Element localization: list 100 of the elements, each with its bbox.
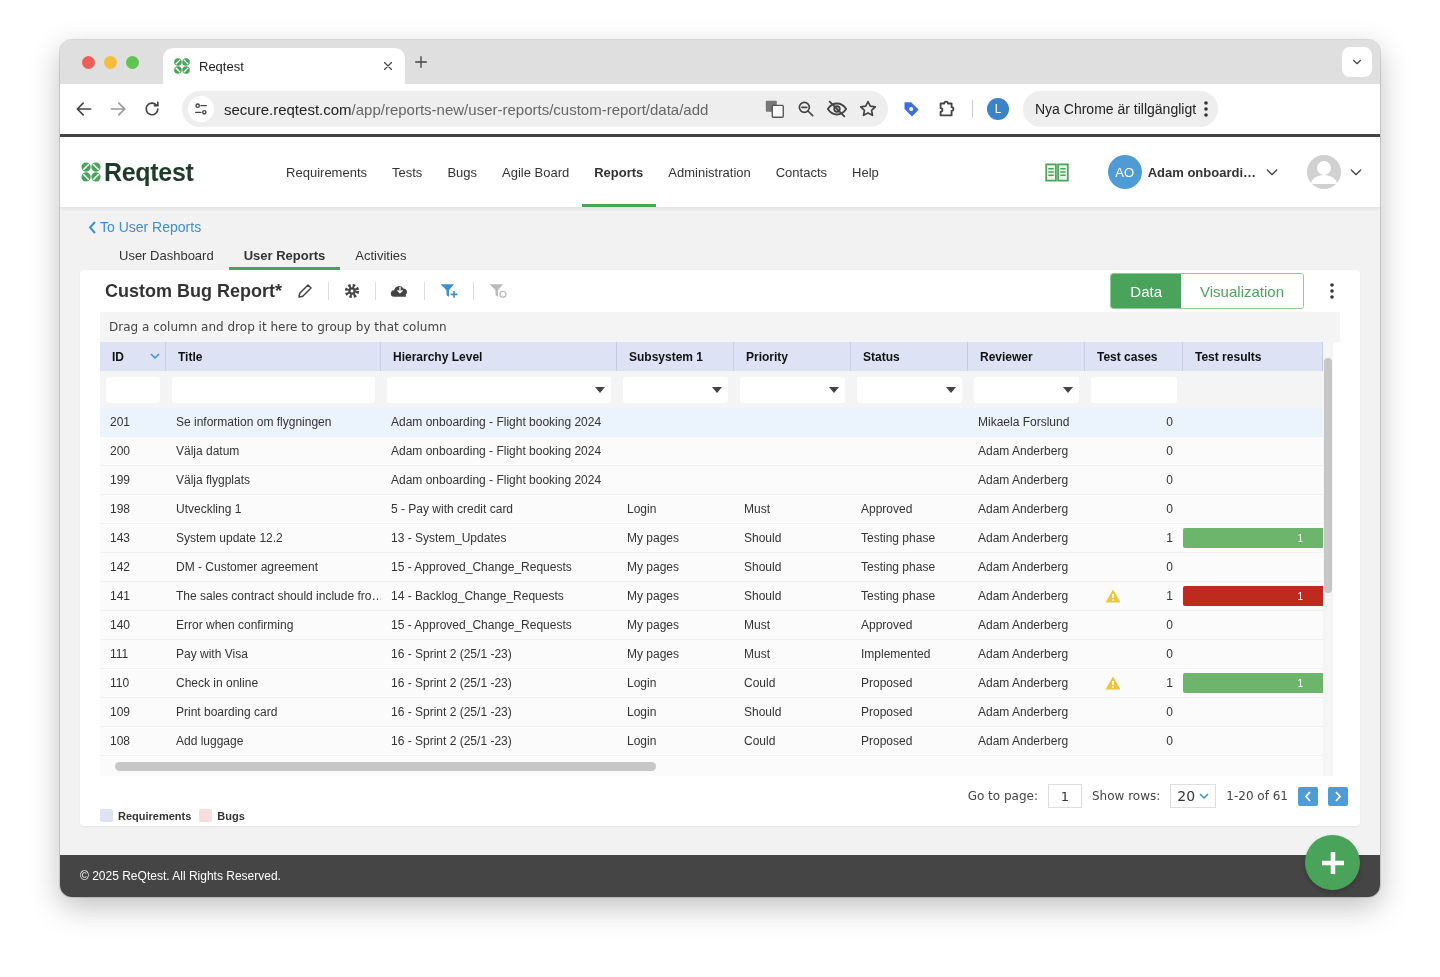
table-cell-text: Must (743, 647, 771, 662)
table-cell-text: Adam Anderberg (977, 531, 1070, 546)
sub-tab[interactable]: User Dashboard (104, 243, 229, 270)
table-cell-text: Välja datum (175, 444, 241, 459)
chevron-left-icon (1304, 790, 1312, 802)
legend-label: Bugs (217, 809, 245, 822)
show-rows-label: Show rows: (1091, 789, 1161, 804)
table-cell-text: Must (743, 502, 771, 517)
update-button[interactable]: Nya Chrome är tillgängligt (1023, 91, 1219, 127)
table-cell-text: Proposed (860, 676, 914, 691)
table-cell-text: DM - Customer agreement (175, 560, 320, 575)
table-cell-text: Login (626, 676, 658, 691)
profile-avatar[interactable]: L (987, 98, 1009, 120)
nav-item[interactable]: Bugs (434, 137, 490, 207)
table-cell-text: 16 - Sprint 2 (25/1 -23) (390, 676, 513, 691)
table-cell-text: Could (743, 734, 777, 749)
close-window-icon[interactable] (82, 55, 95, 69)
nav-item[interactable]: Requirements (273, 137, 380, 207)
warning-icon (1105, 589, 1121, 604)
nav-item[interactable]: Administration (655, 137, 764, 207)
table-cell: 1 (1166, 676, 1173, 691)
table-cell-text: Adam Anderberg (977, 676, 1070, 691)
table-cell-text: Adam Anderberg (977, 444, 1070, 459)
caret-down-icon (712, 386, 722, 393)
site-settings-icon[interactable] (193, 101, 209, 117)
sub-tab[interactable]: Activities (340, 243, 422, 270)
nav-item[interactable]: Reports (581, 137, 656, 207)
table-cell-text: Adam onboarding - Flight booking 2024 (390, 473, 603, 488)
table-cell-text: Utveckling 1 (175, 502, 243, 517)
user-name[interactable]: Adam onboardi… (1147, 164, 1256, 180)
table-cell-text: 15 - Approved_Change_Requests (390, 618, 573, 633)
table-cell-text: 201 (109, 415, 132, 430)
table-cell: 1 (1166, 531, 1173, 546)
forward-icon[interactable] (108, 99, 128, 119)
table-cell-text: 16 - Sprint 2 (25/1 -23) (390, 734, 513, 749)
table-cell: 0 (1166, 734, 1173, 749)
browser-tab[interactable]: Reqtest (163, 48, 405, 84)
table-cell-text: Adam Anderberg (977, 647, 1070, 662)
table-cell-text: 16 - Sprint 2 (25/1 -23) (390, 647, 513, 662)
zoom-out-icon[interactable] (796, 99, 816, 119)
new-tab-icon[interactable] (413, 54, 429, 70)
table-cell-text: Implemented (860, 647, 932, 662)
tab-favicon-icon (173, 57, 191, 75)
table-cell-text: 111 (109, 647, 130, 662)
table-cell-text: Testing phase (860, 560, 937, 575)
sort-icon[interactable] (150, 353, 160, 361)
table-cell: 0 (1166, 647, 1173, 662)
table-cell-text: 5 - Pay with credit card (390, 502, 515, 517)
table-cell-text: 143 (109, 531, 132, 546)
warning-icon (1105, 676, 1121, 691)
close-icon[interactable] (381, 59, 395, 73)
table-cell-text: Approved (860, 502, 914, 517)
nav-item[interactable]: Tests (379, 137, 435, 207)
table-cell-text: Se information om flygningen (175, 415, 333, 430)
caret-down-icon (1063, 386, 1073, 393)
star-icon[interactable] (858, 99, 878, 119)
table-cell-text: Mikaela Forslund (977, 415, 1071, 430)
nav-item[interactable]: Contacts (763, 137, 840, 207)
caret-down-icon (946, 386, 956, 393)
table-cell-text: My pages (626, 531, 681, 546)
table-cell: 0 (1166, 705, 1173, 720)
table-cell: 0 (1166, 473, 1173, 488)
pencil-icon[interactable] (296, 282, 314, 301)
table-cell-text: My pages (626, 589, 681, 604)
vertical-scrollbar[interactable] (1324, 358, 1332, 594)
table-cell-text: 110 (109, 676, 131, 691)
address-bar[interactable]: secure.reqtest.com/app/reports-new/user-reports/custom-report/data/add (182, 91, 888, 127)
rows-select[interactable]: 20 (1170, 784, 1217, 809)
table-cell: 0 (1166, 502, 1173, 517)
table-cell-text: 140 (109, 618, 132, 633)
table-cell-text: Login (626, 705, 658, 720)
table-cell-text: Adam Anderberg (977, 618, 1070, 633)
nav-item[interactable]: Help (839, 137, 892, 207)
table-cell-text: Testing phase (860, 589, 937, 604)
table-cell-text: 16 - Sprint 2 (25/1 -23) (390, 705, 513, 720)
table-cell-text: Adam Anderberg (977, 705, 1070, 720)
reload-icon[interactable] (142, 99, 162, 119)
table-cell-text: Adam onboarding - Flight booking 2024 (390, 444, 603, 459)
table-cell-text: Must (743, 618, 771, 633)
horizontal-scrollbar[interactable] (115, 761, 656, 771)
more-icon[interactable] (1330, 283, 1334, 300)
group-drop-zone[interactable]: Drag a column and drop it here to group by that column (100, 312, 1340, 343)
legend-label: Requirements (118, 809, 192, 822)
eye-off-icon[interactable] (826, 98, 848, 120)
nav-item[interactable]: Agile Board (489, 137, 582, 207)
table-cell-text: Print boarding card (175, 705, 279, 720)
test-result-bar: 1 (1183, 673, 1323, 694)
table-cell-text: Approved (860, 618, 914, 633)
next-page-button[interactable] (1328, 786, 1348, 806)
logo-icon (80, 161, 102, 183)
copyright-text: © 2025 ReQtest. All Rights Reserved. (80, 869, 281, 883)
chevron-left-icon (88, 220, 96, 234)
table-cell-text: Add luggage (175, 734, 245, 749)
back-icon[interactable] (74, 99, 94, 119)
page-range: 1-20 of 61 (1226, 789, 1288, 804)
previous-page-button[interactable] (1298, 786, 1318, 806)
page-input[interactable]: 1 (1047, 784, 1082, 809)
go-to-page-label: Go to page: (967, 789, 1038, 804)
table-cell-text: 142 (109, 560, 132, 575)
table-cell-text: Pay with Visa (175, 647, 249, 662)
